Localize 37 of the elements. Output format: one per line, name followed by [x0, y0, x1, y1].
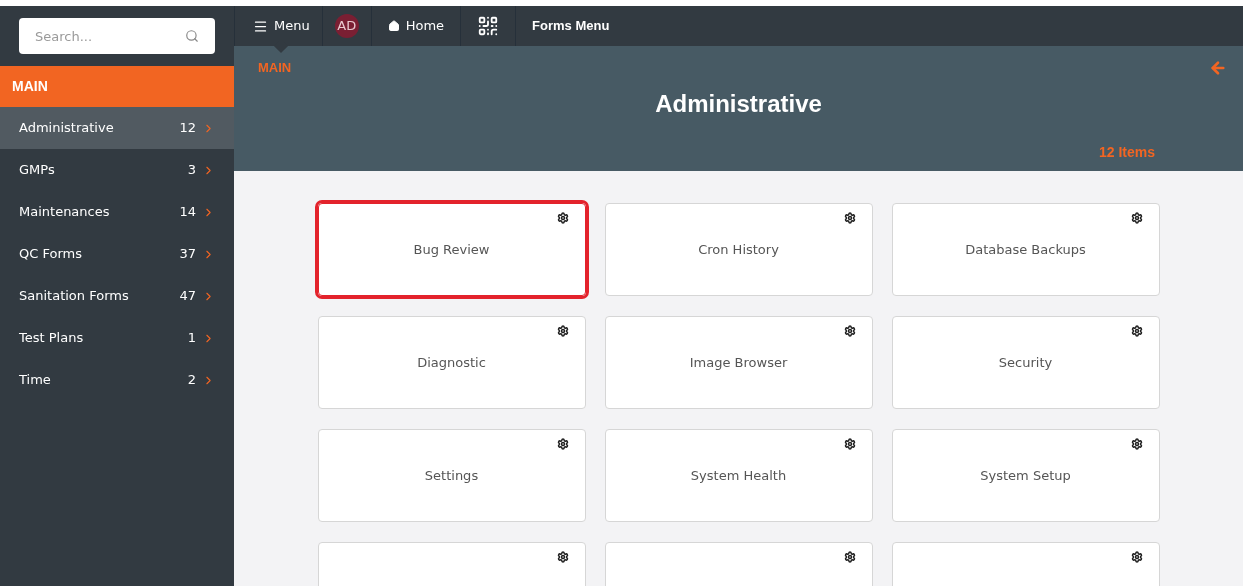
search-icon — [185, 29, 199, 43]
settings-icon[interactable] — [1130, 325, 1143, 337]
form-tile[interactable]: Bug Review — [317, 203, 586, 296]
sidebar-item[interactable]: Maintenances 14 — [0, 191, 234, 233]
settings-icon[interactable] — [843, 325, 856, 337]
form-tile[interactable]: Security — [891, 316, 1160, 409]
home-icon — [387, 20, 400, 32]
item-count: 12 Items — [1098, 142, 1155, 162]
sidebar-item[interactable]: Administrative 12 — [0, 107, 234, 149]
settings-icon[interactable] — [556, 325, 569, 337]
form-tile[interactable]: Cron History — [604, 203, 873, 296]
qr-code-icon — [477, 15, 500, 37]
section-header: MAIN — [0, 66, 234, 107]
sidebar-item[interactable]: QC Forms 37 — [0, 233, 234, 275]
settings-icon[interactable] — [1130, 212, 1143, 224]
form-tile[interactable]: Settings — [317, 429, 586, 522]
settings-icon[interactable] — [843, 212, 856, 224]
search-field[interactable]: Search... — [19, 18, 215, 54]
form-tile[interactable]: Diagnostic — [317, 316, 586, 409]
settings-icon[interactable] — [556, 551, 569, 563]
sidebar-item[interactable]: Sanitation Forms 47 — [0, 275, 234, 317]
forms-menu-link[interactable]: Forms Menu — [516, 6, 626, 46]
form-tile[interactable]: System Health — [604, 429, 873, 522]
settings-icon[interactable] — [1130, 438, 1143, 450]
form-tile[interactable]: Image Browser — [604, 316, 873, 409]
sidebar-item[interactable]: Test Plans 1 — [0, 317, 234, 359]
settings-icon[interactable] — [556, 212, 569, 224]
sidebar-item[interactable]: GMPs 3 — [0, 149, 234, 191]
settings-icon[interactable] — [843, 438, 856, 450]
form-tile[interactable]: System Setup — [891, 429, 1160, 522]
settings-icon[interactable] — [1130, 551, 1143, 563]
menu-icon — [253, 18, 268, 34]
sidebar-item[interactable]: Time 2 — [0, 359, 234, 401]
page-title: Administrative — [654, 88, 823, 119]
settings-icon[interactable] — [556, 438, 569, 450]
settings-icon[interactable] — [843, 551, 856, 563]
form-tile[interactable]: Database Backups — [891, 203, 1160, 296]
